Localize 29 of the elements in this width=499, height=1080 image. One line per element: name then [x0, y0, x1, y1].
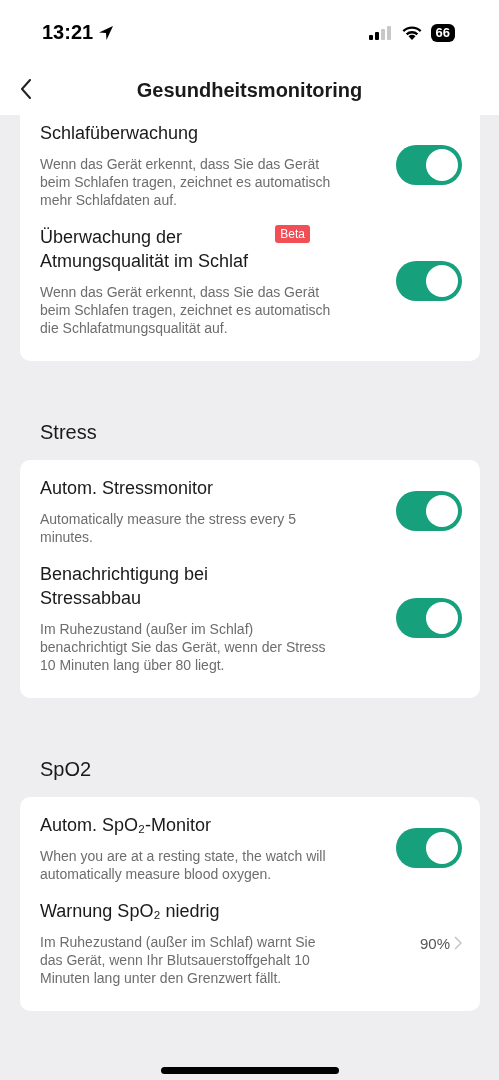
- setting-description: When you are at a resting state, the watch will automatically measure blood oxygen.: [40, 847, 327, 883]
- toggle-switch[interactable]: [396, 261, 462, 301]
- status-time: 13:21: [42, 21, 94, 44]
- page-title: Gesundheitsmonitoring: [136, 78, 363, 102]
- setting-description: Im Ruhezustand (außer im Schlaf) benachrichtigt Sie das Gerät, wenn der Stress 10 Minuten lang über 80 liegt.: [40, 620, 327, 674]
- setting-title: Autom. Stressmonitor: [40, 477, 214, 500]
- setting-title: Warnung SpO₂ niedrig: [40, 900, 220, 923]
- battery-indicator: 66: [430, 23, 455, 42]
- threshold-value[interactable]: 90%: [419, 934, 462, 952]
- setting-title: Schlafüberwachung: [40, 122, 199, 145]
- chevron-right-icon: [454, 936, 462, 950]
- setting-title: Benachrichtigung bei Stressabbau: [40, 563, 210, 610]
- setting-description: Wenn das Gerät erkennt, dass Sie das Gerät beim Schlafen tragen, zeichnet es automatisch die Schlafatmungsqualität auf.: [40, 283, 332, 337]
- beta-badge: Beta: [275, 225, 310, 243]
- back-chevron-icon: [20, 79, 32, 99]
- toggle-switch[interactable]: [396, 828, 462, 868]
- signal-icon: [368, 25, 393, 40]
- toggle-switch[interactable]: [396, 145, 462, 185]
- setting-title: Überwachung der Atmungsqualität im Schlaf: [40, 226, 250, 273]
- setting-title: Autom. SpO₂-Monitor: [40, 814, 212, 837]
- setting-description: Wenn das Gerät erkennt, dass Sie das Gerät beim Schlafen tragen, zeichnet es automatisch mehr Schlafdaten auf.: [40, 155, 332, 209]
- toggle-switch[interactable]: [396, 598, 462, 638]
- wifi-icon: [400, 24, 423, 41]
- section-header: SpO2: [39, 757, 93, 782]
- toggle-switch[interactable]: [396, 491, 462, 531]
- section-header: Stress: [39, 420, 98, 445]
- location-arrow-icon: [97, 23, 116, 42]
- setting-description: Im Ruhezustand (außer im Schlaf) warnt Sie das Gerät, wenn Ihr Blutsauerstoffgehalt 10 Minuten lang unter den Grenzwert fällt.: [40, 933, 317, 987]
- setting-description: Automatically measure the stress every 5 minutes.: [40, 510, 297, 546]
